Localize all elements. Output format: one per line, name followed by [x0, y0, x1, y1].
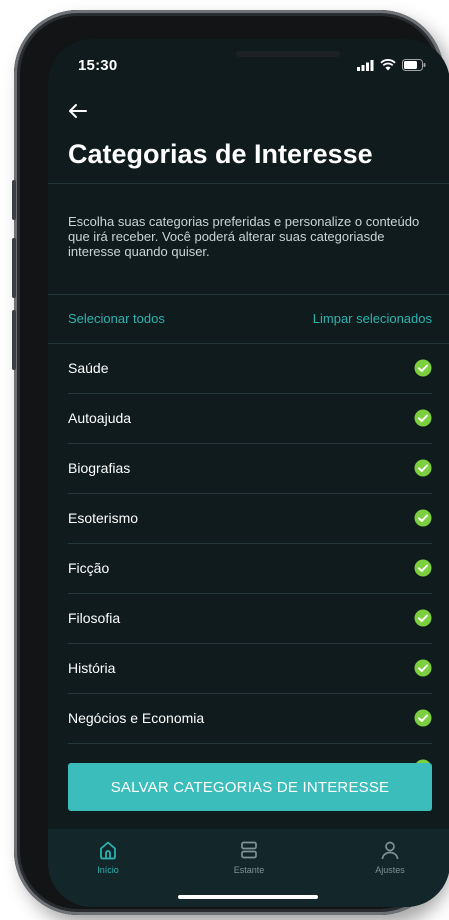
check-circle-icon[interactable] — [414, 359, 432, 377]
status-time: 15:30 — [78, 57, 118, 74]
side-button — [12, 180, 16, 220]
tab-estante[interactable]: Estante — [209, 839, 289, 875]
check-circle-icon[interactable] — [414, 659, 432, 677]
category-label: Ficção — [68, 560, 110, 576]
status-bar: 15:30 — [48, 39, 449, 97]
check-circle-icon[interactable] — [414, 609, 432, 627]
category-label: Esoterismo — [68, 510, 139, 526]
category-list: Saúde Autoajuda Biografias Esoterismo Ficção… — [48, 344, 449, 794]
tab-label: Ajustes — [375, 865, 405, 875]
category-item[interactable]: Ficção — [68, 544, 432, 594]
check-circle-icon[interactable] — [414, 559, 432, 577]
tab-inicio[interactable]: Início — [68, 839, 148, 875]
category-item[interactable]: Autoajuda — [68, 394, 432, 444]
category-item[interactable]: Esoterismo — [68, 494, 432, 544]
category-label: Autoajuda — [68, 410, 132, 426]
check-circle-icon[interactable] — [414, 459, 432, 477]
category-item[interactable]: Saúde — [68, 344, 432, 394]
select-all-link[interactable]: Selecionar todos — [68, 311, 165, 326]
category-label: Saúde — [68, 360, 109, 376]
category-label: Filosofia — [68, 610, 121, 626]
check-circle-icon[interactable] — [414, 509, 432, 527]
app-screen: 15:30 Categorias de Interesse Escolha su… — [48, 39, 449, 907]
arrow-left-icon — [69, 104, 87, 118]
tab-ajustes[interactable]: Ajustes — [350, 839, 430, 875]
divider — [48, 183, 449, 184]
save-categories-button[interactable]: SALVAR CATEGORIAS DE INTERESSE — [68, 763, 432, 811]
divider — [48, 294, 449, 295]
volume-up-button — [12, 238, 16, 298]
wifi-icon — [380, 59, 396, 71]
category-item[interactable]: Negócios e Economia — [68, 694, 432, 744]
selection-actions: Selecionar todos Limpar selecionados — [68, 311, 432, 326]
category-label: Biografias — [68, 460, 131, 476]
tab-label: Início — [97, 865, 119, 875]
check-circle-icon[interactable] — [414, 409, 432, 427]
phone-frame: 15:30 Categorias de Interesse Escolha su… — [12, 10, 449, 915]
back-button[interactable] — [64, 97, 92, 125]
category-item[interactable]: Biografias — [68, 444, 432, 494]
tab-label: Estante — [233, 865, 265, 875]
volume-down-button — [12, 310, 16, 370]
page-title: Categorias de Interesse — [68, 139, 373, 169]
home-indicator[interactable] — [178, 895, 318, 899]
shelf-icon — [241, 841, 257, 859]
home-icon — [100, 841, 116, 860]
clear-selection-link[interactable]: Limpar selecionados — [313, 311, 432, 326]
status-icons — [357, 59, 426, 71]
category-label: Negócios e Economia — [68, 710, 205, 726]
category-item[interactable]: Filosofia — [68, 594, 432, 644]
battery-icon — [402, 59, 426, 71]
user-icon — [381, 841, 399, 860]
signal-icon — [357, 59, 374, 71]
category-label: História — [68, 660, 116, 676]
intro-text: Escolha suas categorias preferidas e per… — [68, 214, 420, 259]
check-circle-icon[interactable] — [414, 709, 432, 727]
category-item[interactable]: História — [68, 644, 432, 694]
